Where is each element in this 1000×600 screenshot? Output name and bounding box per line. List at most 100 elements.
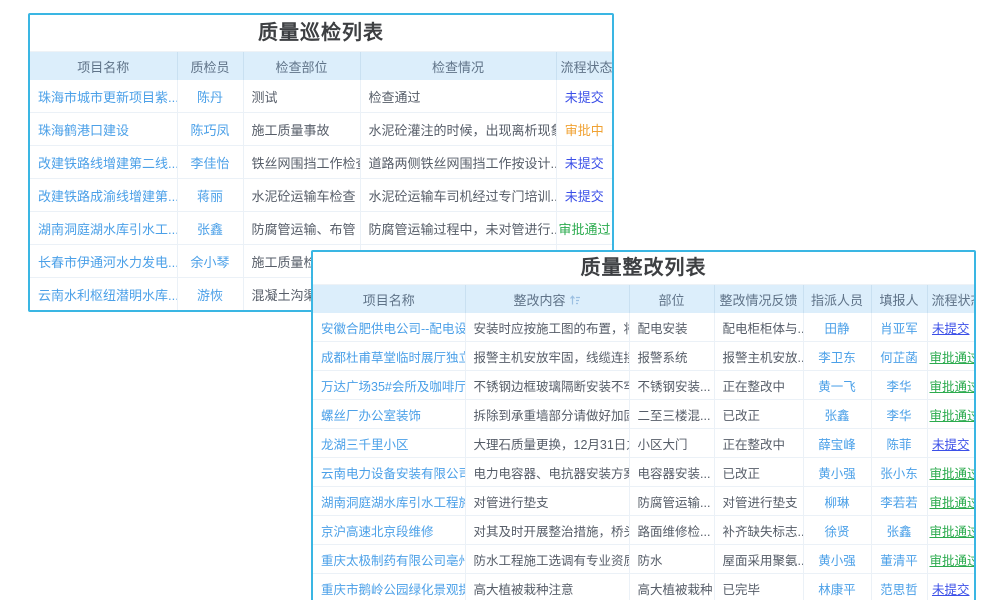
project-name-cell[interactable]: 龙湖三千里小区 bbox=[313, 429, 465, 458]
part-cell: 高大植被栽种 bbox=[629, 574, 714, 600]
reporter-cell[interactable]: 李华 bbox=[871, 400, 927, 429]
table-row: 湖南洞庭湖水库引水工... 张鑫 防腐管运输、布管 防腐管运输过程中，未对管进行… bbox=[30, 212, 612, 245]
column-header-reporter: 填报人 bbox=[871, 285, 927, 313]
project-name-cell[interactable]: 京沪高速北京段维修 bbox=[313, 516, 465, 545]
assignee-cell[interactable]: 黄一飞 bbox=[803, 371, 871, 400]
part-cell: 不锈钢安装... bbox=[629, 371, 714, 400]
reporter-cell[interactable]: 董清平 bbox=[871, 545, 927, 574]
status-link-cell[interactable]: 审批通过 bbox=[927, 516, 974, 545]
part-cell: 电容器安装... bbox=[629, 458, 714, 487]
reporter-cell[interactable]: 何芷菡 bbox=[871, 342, 927, 371]
reporter-cell[interactable]: 张小东 bbox=[871, 458, 927, 487]
project-name-cell[interactable]: 成都杜甫草堂临时展厅独立展... bbox=[313, 342, 465, 371]
status-cell: 审批中 bbox=[556, 113, 612, 146]
feedback-cell: 已完毕 bbox=[714, 574, 803, 600]
project-name-cell[interactable]: 长春市伊通河水力发电... bbox=[30, 245, 177, 278]
rectification-table: 项目名称 整改内容 部位 整改情况反馈 指派人员 填报人 流程状态 安徽合肥供电… bbox=[313, 285, 974, 600]
table-row: 安徽合肥供电公司--配电设备... 安装时应按施工图的布置，将... 配电安装 … bbox=[313, 313, 974, 342]
assignee-cell[interactable]: 田静 bbox=[803, 313, 871, 342]
table-row: 云南电力设备安装有限公司20... 电力电容器、电抗器安装方案... 电容器安装… bbox=[313, 458, 974, 487]
inspector-cell[interactable]: 陈丹 bbox=[177, 80, 243, 113]
status-link-cell[interactable]: 审批通过 bbox=[927, 371, 974, 400]
status-link-cell[interactable]: 未提交 bbox=[927, 429, 974, 458]
assignee-cell[interactable]: 黄小强 bbox=[803, 458, 871, 487]
rectification-content-cell: 电力电容器、电抗器安装方案... bbox=[465, 458, 629, 487]
column-header-rectification-content[interactable]: 整改内容 bbox=[465, 285, 629, 313]
project-name-cell[interactable]: 云南电力设备安装有限公司20... bbox=[313, 458, 465, 487]
status-cell: 未提交 bbox=[556, 80, 612, 113]
assignee-cell[interactable]: 李卫东 bbox=[803, 342, 871, 371]
rectification-card-title: 质量整改列表 bbox=[313, 252, 974, 285]
column-header-project-name: 项目名称 bbox=[313, 285, 465, 313]
assignee-cell[interactable]: 林康平 bbox=[803, 574, 871, 600]
inspector-cell[interactable]: 余小琴 bbox=[177, 245, 243, 278]
project-name-cell[interactable]: 螺丝厂办公室装饰 bbox=[313, 400, 465, 429]
inspection-part-cell: 铁丝网围挡工作检查 bbox=[243, 146, 360, 179]
reporter-cell[interactable]: 陈菲 bbox=[871, 429, 927, 458]
feedback-cell: 屋面采用聚氨... bbox=[714, 545, 803, 574]
project-name-cell[interactable]: 珠海鹤港口建设 bbox=[30, 113, 177, 146]
sort-icon[interactable] bbox=[569, 294, 581, 306]
feedback-cell: 已改正 bbox=[714, 400, 803, 429]
status-cell: 未提交 bbox=[556, 179, 612, 212]
table-row: 万达广场35#会所及咖啡厅空... 不锈钢边框玻璃隔断安装不牢... 不锈钢安装… bbox=[313, 371, 974, 400]
status-link-cell[interactable]: 审批通过 bbox=[927, 545, 974, 574]
part-cell: 报警系统 bbox=[629, 342, 714, 371]
feedback-cell: 已改正 bbox=[714, 458, 803, 487]
project-name-cell[interactable]: 珠海市城市更新项目紫... bbox=[30, 80, 177, 113]
inspector-cell[interactable]: 游恢 bbox=[177, 278, 243, 311]
assignee-cell[interactable]: 徐贤 bbox=[803, 516, 871, 545]
inspection-part-cell: 防腐管运输、布管 bbox=[243, 212, 360, 245]
rectification-content-cell: 不锈钢边框玻璃隔断安装不牢... bbox=[465, 371, 629, 400]
inspector-cell[interactable]: 蒋丽 bbox=[177, 179, 243, 212]
assignee-cell[interactable]: 薛宝峰 bbox=[803, 429, 871, 458]
inspection-part-cell: 测试 bbox=[243, 80, 360, 113]
reporter-cell[interactable]: 李若若 bbox=[871, 487, 927, 516]
project-name-cell[interactable]: 万达广场35#会所及咖啡厅空... bbox=[313, 371, 465, 400]
assignee-cell[interactable]: 柳琳 bbox=[803, 487, 871, 516]
inspector-cell[interactable]: 李佳怡 bbox=[177, 146, 243, 179]
column-header-assignee: 指派人员 bbox=[803, 285, 871, 313]
inspection-detail-cell: 水泥砼运输车司机经过专门培训... bbox=[360, 179, 556, 212]
inspection-detail-cell: 检查通过 bbox=[360, 80, 556, 113]
feedback-cell: 报警主机安放... bbox=[714, 342, 803, 371]
project-name-cell[interactable]: 安徽合肥供电公司--配电设备... bbox=[313, 313, 465, 342]
project-name-cell[interactable]: 湖南洞庭湖水库引水工... bbox=[30, 212, 177, 245]
project-name-cell[interactable]: 重庆市鹅岭公园绿化景观提升... bbox=[313, 574, 465, 600]
rectification-list-card: 质量整改列表 项目名称 整改内容 部位 整改情况反馈 指派人员 填报人 流程状态 bbox=[311, 250, 976, 600]
rectification-content-cell: 对管进行垫支 bbox=[465, 487, 629, 516]
status-link-cell[interactable]: 审批通过 bbox=[927, 342, 974, 371]
reporter-cell[interactable]: 李华 bbox=[871, 371, 927, 400]
status-link-cell[interactable]: 审批通过 bbox=[927, 487, 974, 516]
inspection-part-cell: 水泥砼运输车检查 bbox=[243, 179, 360, 212]
project-name-cell[interactable]: 改建铁路成渝线增建第... bbox=[30, 179, 177, 212]
column-header-part: 部位 bbox=[629, 285, 714, 313]
column-header-feedback: 整改情况反馈 bbox=[714, 285, 803, 313]
rectification-content-cell: 安装时应按施工图的布置，将... bbox=[465, 313, 629, 342]
inspector-cell[interactable]: 陈巧凤 bbox=[177, 113, 243, 146]
reporter-cell[interactable]: 肖亚军 bbox=[871, 313, 927, 342]
status-cell: 审批通过 bbox=[556, 212, 612, 245]
inspector-cell[interactable]: 张鑫 bbox=[177, 212, 243, 245]
table-row: 珠海市城市更新项目紫... 陈丹 测试 检查通过 未提交 bbox=[30, 80, 612, 113]
status-link-cell[interactable]: 审批通过 bbox=[927, 458, 974, 487]
project-name-cell[interactable]: 云南水利枢纽潜明水库... bbox=[30, 278, 177, 311]
assignee-cell[interactable]: 黄小强 bbox=[803, 545, 871, 574]
column-header-inspection-part: 检查部位 bbox=[243, 52, 360, 80]
rectification-content-cell: 高大植被栽种注意 bbox=[465, 574, 629, 600]
rectification-content-cell: 防水工程施工选调有专业资质... bbox=[465, 545, 629, 574]
status-link-cell[interactable]: 未提交 bbox=[927, 313, 974, 342]
status-link-cell[interactable]: 未提交 bbox=[927, 574, 974, 600]
status-link-cell[interactable]: 审批通过 bbox=[927, 400, 974, 429]
project-name-cell[interactable]: 湖南洞庭湖水库引水工程施工标 bbox=[313, 487, 465, 516]
project-name-cell[interactable]: 重庆太极制药有限公司亳州中... bbox=[313, 545, 465, 574]
table-row: 湖南洞庭湖水库引水工程施工标 对管进行垫支 防腐管运输... 对管进行垫支 柳琳… bbox=[313, 487, 974, 516]
rectification-content-cell: 对其及时开展整治措施，桥头... bbox=[465, 516, 629, 545]
part-cell: 配电安装 bbox=[629, 313, 714, 342]
reporter-cell[interactable]: 范思哲 bbox=[871, 574, 927, 600]
assignee-cell[interactable]: 张鑫 bbox=[803, 400, 871, 429]
rectification-table-body: 安徽合肥供电公司--配电设备... 安装时应按施工图的布置，将... 配电安装 … bbox=[313, 313, 974, 600]
table-row: 珠海鹤港口建设 陈巧凤 施工质量事故 水泥砼灌注的时候，出现离析现象 审批中 bbox=[30, 113, 612, 146]
reporter-cell[interactable]: 张鑫 bbox=[871, 516, 927, 545]
project-name-cell[interactable]: 改建铁路线增建第二线... bbox=[30, 146, 177, 179]
